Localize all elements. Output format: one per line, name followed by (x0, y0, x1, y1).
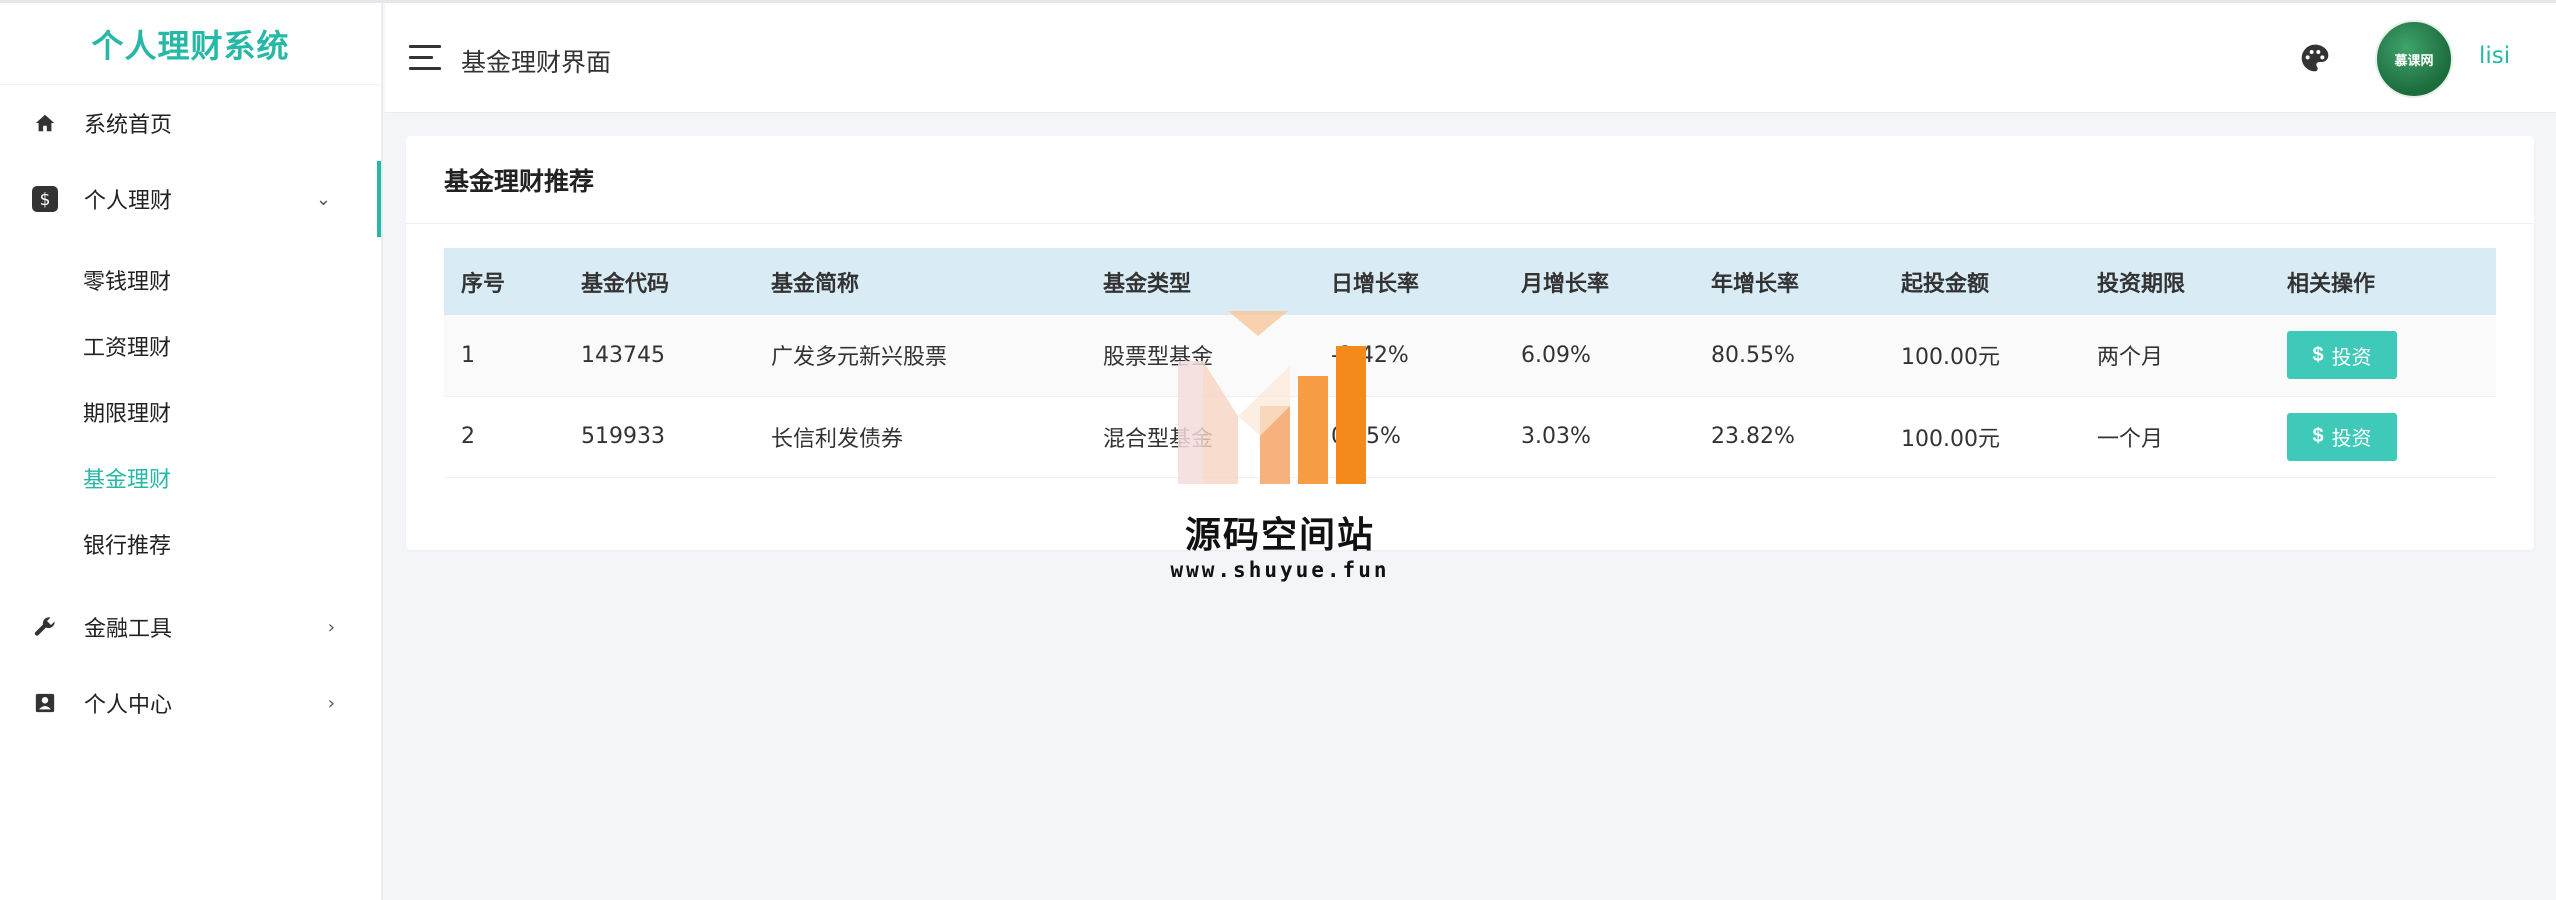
cell-type: 混合型基金 (1103, 426, 1214, 452)
brand: 个人理财系统 (0, 3, 381, 85)
cell-name: 长信利发债券 (771, 426, 904, 452)
cell-daily: 0.05% (1331, 424, 1401, 449)
cell-yearly: 80.55% (1711, 342, 1795, 368)
chevron-right-icon: › (327, 616, 335, 638)
cell-term: 两个月 (2097, 345, 2164, 371)
sidebar-subitem-change[interactable]: 零钱理财 (0, 247, 381, 313)
watermark-url: www.shuyue.fun (1170, 558, 1390, 582)
cell-yearly: 23.82% (1711, 424, 1795, 449)
home-icon (32, 110, 58, 136)
dollar-icon: $ (2312, 425, 2324, 447)
page-title: 基金理财界面 (461, 48, 612, 77)
user-card-icon (32, 690, 58, 716)
sidebar-subitem-fund[interactable]: 基金理财 (0, 445, 381, 511)
wrench-icon (32, 614, 58, 640)
cell-action: $ 投资 (2270, 315, 2496, 396)
sidebar-item-label: 金融工具 (84, 617, 173, 642)
cell-no: 1 (461, 342, 475, 368)
cell-no: 2 (461, 424, 475, 449)
column-header: 相关操作 (2287, 271, 2376, 297)
cell-code: 519933 (581, 424, 665, 449)
submenu-personal-finance: 零钱理财 工资理财 期限理财 基金理财 银行推荐 (0, 237, 381, 589)
sidebar-subitem-bank[interactable]: 银行推荐 (0, 511, 381, 577)
sidebar: 个人理财系统 系统首页 $ 个人理财 ⌄ 零钱理财 工资理财 期限理财 基金理财… (0, 3, 383, 900)
username[interactable]: lisi (2479, 43, 2510, 69)
fund-table: 序号 基金代码 基金简称 基金类型 日增长率 月增长率 年增长率 起投金额 投资… (444, 248, 2496, 478)
column-header: 基金代码 (581, 271, 670, 297)
chevron-right-icon: › (327, 692, 335, 714)
fund-recommend-card: 基金理财推荐 序号 基金代码 基金简称 基金类型 日增长率 月增长率 年增长率 … (406, 136, 2534, 550)
sidebar-item-finance-tools[interactable]: 金融工具 › (0, 589, 381, 665)
invest-label: 投资 (2331, 428, 2372, 450)
column-header: 基金类型 (1103, 271, 1192, 297)
cell-term: 一个月 (2097, 426, 2164, 452)
cell-name: 广发多元新兴股票 (771, 345, 948, 371)
column-header: 投资期限 (2097, 271, 2186, 297)
invest-button[interactable]: $ 投资 (2287, 412, 2397, 461)
column-header: 起投金额 (1901, 271, 1990, 297)
cell-min: 100.00元 (1901, 345, 2000, 371)
column-header: 月增长率 (1521, 271, 1610, 297)
brand-title: 个人理财系统 (91, 26, 290, 65)
table-header-row: 序号 基金代码 基金简称 基金类型 日增长率 月增长率 年增长率 起投金额 投资… (444, 248, 2496, 315)
invest-button[interactable]: $ 投资 (2287, 331, 2397, 380)
sidebar-item-personal-finance[interactable]: $ 个人理财 ⌄ (0, 161, 381, 237)
sidebar-subitem-salary[interactable]: 工资理财 (0, 313, 381, 379)
chevron-down-icon: ⌄ (315, 188, 331, 210)
invest-label: 投资 (2331, 346, 2372, 369)
column-header: 日增长率 (1331, 271, 1420, 297)
svg-text:$: $ (40, 190, 51, 210)
dollar-icon: $ (2312, 343, 2324, 366)
column-header: 序号 (461, 271, 506, 297)
sidebar-item-home[interactable]: 系统首页 (0, 85, 381, 161)
sidebar-subitem-term[interactable]: 期限理财 (0, 379, 381, 445)
cell-min: 100.00元 (1901, 426, 2000, 452)
cell-type: 股票型基金 (1103, 345, 1214, 371)
cell-action: $ 投资 (2270, 396, 2496, 477)
column-header: 年增长率 (1711, 271, 1800, 297)
card-title: 基金理财推荐 (406, 136, 2534, 224)
column-header: 基金简称 (771, 271, 860, 297)
avatar[interactable]: 慕课网 (2375, 20, 2453, 98)
dollar-icon: $ (32, 186, 58, 212)
sidebar-item-label: 个人理财 (84, 189, 173, 214)
palette-icon[interactable] (2299, 42, 2331, 74)
sidebar-item-personal-center[interactable]: 个人中心 › (0, 665, 381, 741)
table-row: 2 519933 长信利发债券 混合型基金 0.05% 3.03% 23.82%… (444, 396, 2496, 477)
cell-code: 143745 (581, 342, 665, 368)
avatar-text: 慕课网 (2394, 53, 2434, 69)
cell-monthly: 3.03% (1521, 424, 1591, 449)
sidebar-item-label: 系统首页 (84, 113, 173, 138)
sidebar-item-label: 个人中心 (84, 693, 173, 718)
table-row: 1 143745 广发多元新兴股票 股票型基金 -2.42% 6.09% 80.… (444, 315, 2496, 396)
header: 基金理财界面 慕课网 lisi (385, 3, 2556, 113)
cell-daily: -2.42% (1331, 342, 1409, 368)
menu-toggle-icon[interactable] (409, 45, 441, 71)
cell-monthly: 6.09% (1521, 342, 1591, 368)
